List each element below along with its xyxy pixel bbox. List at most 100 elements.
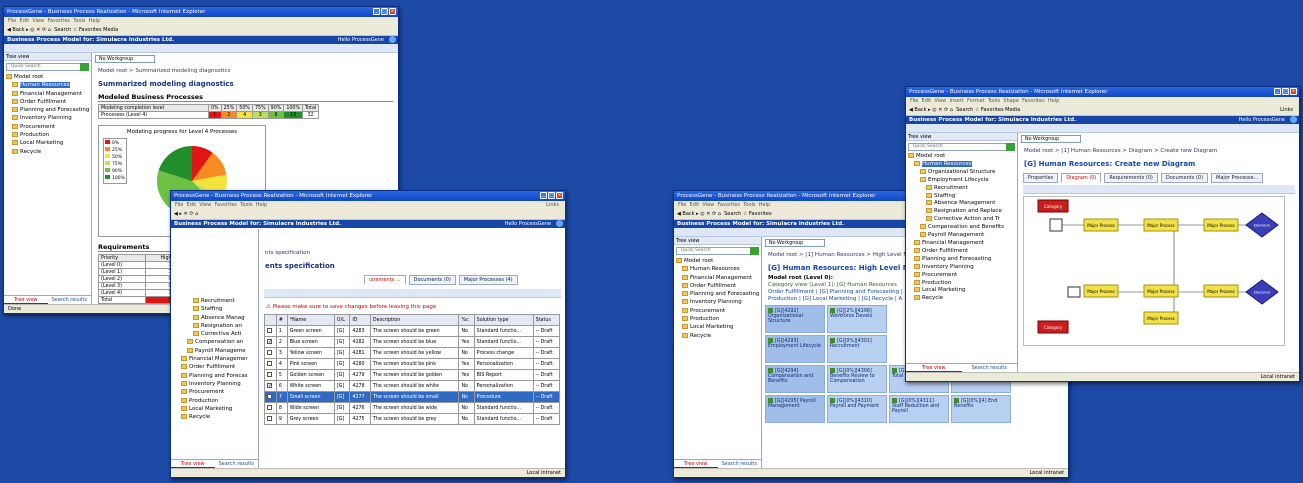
tree-node[interactable]: Corrective Action and Tr — [908, 216, 1017, 224]
content-tabs[interactable]: uirements ... Documents (0) Major Processe… — [360, 273, 565, 287]
tab[interactable]: uirements ... — [364, 275, 406, 285]
table-row[interactable]: ✓ 2 Blue screen [G] 4282 The screen should be… — [264, 336, 561, 348]
tree-node[interactable]: Order Fulfillment — [181, 363, 258, 371]
tree-node[interactable]: Recycle — [181, 413, 258, 421]
workgroup-select[interactable]: No Workgroup — [765, 239, 825, 247]
tree-node[interactable]: Planning and Forecas — [181, 372, 258, 380]
tree-node[interactable]: Compensation an — [181, 338, 258, 346]
tab-search-results[interactable]: Search results — [718, 460, 762, 468]
column-header[interactable]: ID — [349, 314, 371, 326]
tree-node[interactable]: Model root — [908, 153, 1017, 161]
major-process-label[interactable]: Major Process — [1147, 289, 1175, 294]
breadcrumb[interactable]: Model root > [1] Human Resources > Diagr… — [1019, 145, 1299, 157]
tree-node[interactable]: Recruitment — [181, 297, 258, 305]
tree-node[interactable]: Recycle — [676, 332, 761, 340]
table-row[interactable]: 9 Grey screen [G] 4275 The screen should be … — [264, 413, 561, 425]
process-tile[interactable]: [G][4294] Compensation and Benefits — [765, 365, 825, 393]
row-checkbox[interactable] — [267, 327, 272, 333]
process-diagram[interactable]: Category Category Major Process Major Proce… — [1023, 196, 1285, 346]
column-header[interactable]: O/L — [333, 314, 351, 326]
major-process-label[interactable]: Major Process — [1207, 289, 1235, 294]
table-row[interactable]: ✓ 6 White screen [G] 4278 The screen should b… — [264, 380, 561, 392]
tree-node[interactable]: Financial Management — [676, 274, 761, 282]
row-checkbox[interactable]: ✓ — [267, 339, 272, 345]
process-tile[interactable]: [G][0%][4] End Benefits — [951, 395, 1011, 423]
tree-node[interactable]: Production — [676, 315, 761, 323]
tab[interactable]: Properties — [1023, 173, 1059, 183]
browser-toolbar[interactable]: ◀ ▸ ✕ ⟳ ⌂ — [171, 209, 565, 220]
tab[interactable]: Documents (0) — [1160, 173, 1209, 183]
tree-node[interactable]: Human Resources — [676, 265, 761, 273]
process-tile[interactable]: [G][0%][4311] Staff Reduction and Payrol… — [889, 395, 949, 423]
minimize-button[interactable]: _ — [373, 8, 380, 15]
tree-node[interactable]: Procurement — [181, 388, 258, 396]
grid-toolbar[interactable] — [264, 289, 561, 298]
tab[interactable]: Diagram (0) — [1061, 173, 1102, 183]
tree-node[interactable]: Inventory Planning — [908, 263, 1017, 272]
process-tree[interactable]: Model root Human Resources Financial Manag… — [674, 257, 761, 340]
table-row[interactable]: 4 Pink screen [G] 4280 The screen should be … — [264, 358, 561, 370]
decision-label[interactable]: Decision — [1254, 290, 1271, 295]
maximize-button[interactable]: □ — [1282, 88, 1289, 95]
tree-node[interactable]: Compensation and Benefits — [908, 224, 1017, 232]
tree-node[interactable]: Absence Manag — [181, 314, 258, 322]
close-button[interactable]: × — [389, 8, 396, 15]
tree-node[interactable]: Production — [908, 279, 1017, 288]
tree-node[interactable]: Procurement — [676, 307, 761, 315]
tree-node[interactable]: Financial Management — [6, 90, 91, 98]
row-checkbox[interactable] — [267, 371, 272, 377]
row-checkbox[interactable] — [267, 415, 272, 421]
process-tree[interactable]: Recruitment Staffing Absence Manag Resignat… — [171, 229, 258, 421]
tree-node[interactable]: Model root — [6, 73, 91, 81]
quick-search-input[interactable]: Quick Search — [6, 63, 89, 71]
category-label[interactable]: Category — [1044, 325, 1063, 330]
tree-node[interactable]: Production — [6, 131, 91, 139]
gateway-shape[interactable] — [1067, 286, 1081, 298]
tree-node[interactable]: Production — [181, 397, 258, 405]
start-event[interactable] — [1049, 218, 1063, 232]
tab-search-results[interactable]: Search results — [48, 296, 92, 304]
maximize-button[interactable]: □ — [381, 8, 388, 15]
column-header[interactable]: %c — [458, 314, 475, 326]
category-label[interactable]: Category — [1044, 204, 1063, 209]
major-process-label[interactable]: Major Process — [1147, 316, 1175, 321]
process-tree[interactable]: Model root Human Resources Organizational … — [906, 153, 1017, 303]
minimize-button[interactable]: _ — [1274, 88, 1281, 95]
process-tile[interactable]: [G][4292] Organizational Structure — [765, 305, 825, 333]
tree-node[interactable]: Planning and Forecasting — [908, 255, 1017, 264]
tree-node[interactable]: Local Marketing — [181, 405, 258, 413]
row-checkbox[interactable]: ✓ — [267, 394, 272, 400]
browser-toolbar[interactable]: ◀ Back ▸ ◎ ✕ ⟳ ⌂ Search ☆ Favorites Medi… — [4, 25, 398, 36]
tree-node[interactable]: Financial Management — [908, 239, 1017, 248]
column-header[interactable]: *Name — [286, 314, 335, 326]
workgroup-select[interactable]: No Workgroup — [95, 55, 155, 63]
app-toolbar[interactable] — [906, 124, 1299, 133]
tree-node[interactable]: Absence Management — [908, 200, 1017, 208]
table-row[interactable]: 3 Yellow screen [G] 4281 The screen should b… — [264, 347, 561, 359]
tab-search-results[interactable]: Search results — [962, 364, 1018, 372]
process-tile[interactable]: [G][4295] Payroll Management — [765, 395, 825, 423]
tree-node[interactable]: Recycle — [908, 295, 1017, 303]
tab[interactable]: Major Processes (4) — [458, 275, 518, 285]
column-header[interactable]: Description — [369, 314, 460, 326]
column-header[interactable] — [264, 314, 277, 326]
tree-node[interactable]: Planning and Forecasting — [6, 106, 91, 114]
menu-bar[interactable]: File Edit View Favorites Tools Help — [4, 17, 398, 25]
tree-node[interactable]: Procurement — [908, 271, 1017, 280]
tree-node[interactable]: Staffing — [908, 192, 1017, 201]
browser-toolbar[interactable]: ◀ Back ▸ ◎ ✕ ⟳ ⌂ Search ☆ Favorites Medi… — [906, 105, 1299, 116]
tree-node[interactable]: Local Marketing — [676, 323, 761, 331]
major-process-label[interactable]: Major Process — [1207, 223, 1235, 228]
column-header[interactable]: Status — [532, 314, 561, 326]
tab-tree-view[interactable]: Tree view — [674, 460, 718, 468]
tab-tree-view[interactable]: Tree view — [4, 296, 48, 304]
tree-node[interactable]: Local Marketing — [908, 287, 1017, 295]
tree-node[interactable]: Local Marketing — [6, 139, 91, 147]
tree-node[interactable]: Inventory Planning — [6, 114, 91, 122]
workgroup-select[interactable]: No Workgroup — [1021, 135, 1081, 143]
tree-node[interactable]: Order Fulfillment — [6, 98, 91, 106]
tree-node[interactable]: Employment Lifecycle — [908, 176, 1017, 185]
help-icon[interactable] — [556, 220, 563, 227]
process-tile[interactable]: [G][0%][4301] Recruitment — [827, 335, 887, 363]
tab[interactable]: Requirements (0) — [1104, 173, 1158, 183]
